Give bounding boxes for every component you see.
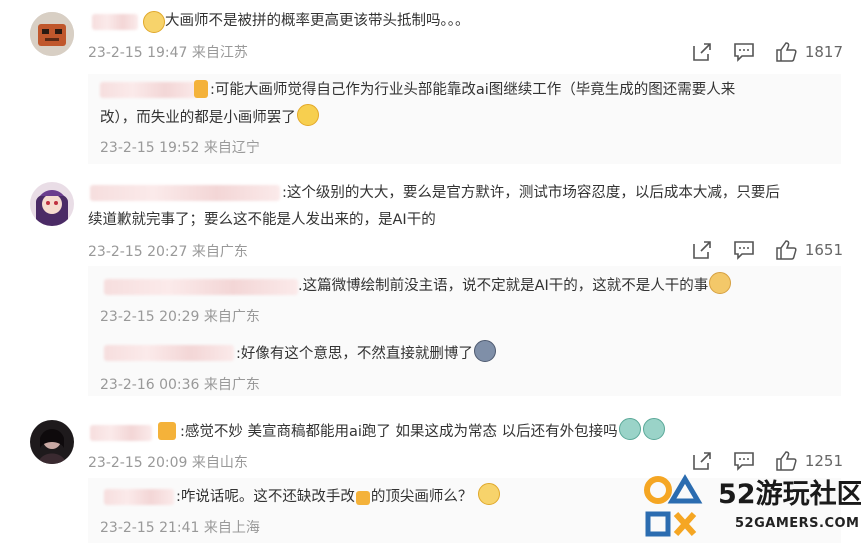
username-redacted[interactable] bbox=[104, 279, 298, 295]
reply-meta: 23-2-16 00:36 来自广东 bbox=[100, 374, 260, 394]
logo-subtitle: 52GAMERS.COM bbox=[735, 516, 860, 531]
comment-icon[interactable] bbox=[733, 239, 755, 261]
username-redacted[interactable] bbox=[92, 14, 138, 30]
comment-location: 来自广东 bbox=[191, 244, 248, 260]
reply-meta: 23-2-15 21:41 来自上海 bbox=[100, 517, 260, 537]
sick-emoji-icon bbox=[618, 418, 641, 440]
emoji-icon bbox=[143, 11, 165, 33]
username-redacted[interactable] bbox=[104, 345, 234, 361]
reply-location: 来自辽宁 bbox=[203, 140, 260, 156]
comment-actions: 1817 bbox=[671, 40, 843, 64]
like-count: 1817 bbox=[804, 43, 843, 61]
username-redacted[interactable] bbox=[90, 185, 280, 201]
emoji-icon bbox=[194, 80, 208, 98]
reply-location: 来自广东 bbox=[203, 377, 260, 393]
comment-meta: 23-2-15 20:09 来自山东 bbox=[88, 452, 248, 472]
avatar[interactable] bbox=[30, 12, 74, 56]
share-icon[interactable] bbox=[691, 239, 713, 261]
thumbs-up-icon[interactable] bbox=[775, 239, 797, 261]
reply-text: .这篇微博绘制前没主语，说不定就是AI干的，这就不是人干的事 bbox=[298, 272, 732, 299]
reply-meta: 23-2-15 19:52 来自辽宁 bbox=[100, 137, 260, 157]
reply-text-line1: :可能大画师觉得自己作为行业头部能靠改ai图继续工作（毕竟生成的图还需要人来 bbox=[210, 82, 736, 98]
reply-text-content: .这篇微博绘制前没主语，说不定就是AI干的，这就不是人干的事 bbox=[298, 278, 709, 294]
reply-text: :咋说话呢。这不还缺改手改 的顶尖画师么？ bbox=[176, 483, 501, 510]
share-icon[interactable] bbox=[691, 450, 713, 472]
reply-date: 23-2-15 19:52 bbox=[100, 140, 200, 156]
like-count: 1651 bbox=[804, 241, 843, 259]
comment-text: 大画师不是被拼的概率更高更该带头抵制吗。。。 bbox=[165, 13, 470, 29]
comment-text: :感觉不妙 美宣商稿都能用ai跑了 如果这成为常态 以后还有外包接吗 bbox=[180, 418, 666, 445]
logo-title: 52游玩社区 bbox=[718, 479, 861, 510]
reply-text-line2: 改），而失业的都是小画师罢了 bbox=[100, 104, 320, 131]
watermark-logo: 52游玩社区 52GAMERS.COM bbox=[640, 470, 861, 543]
comment-text-content: :感觉不妙 美宣商稿都能用ai跑了 如果这成为常态 以后还有外包接吗 bbox=[180, 424, 618, 440]
comment-date: 23-2-15 19:47 bbox=[88, 45, 188, 61]
reply-text-suffix: 的顶尖画师么？ bbox=[370, 489, 473, 505]
shocked-emoji-icon bbox=[473, 340, 496, 362]
reply-location: 来自上海 bbox=[203, 520, 260, 536]
thumbs-up-icon[interactable] bbox=[775, 41, 797, 63]
comment-location: 来自山东 bbox=[191, 455, 248, 471]
comment-actions: 1651 bbox=[671, 238, 843, 262]
logo-mark-icon bbox=[644, 474, 703, 537]
thinking-emoji-icon bbox=[296, 104, 319, 126]
comment-icon[interactable] bbox=[733, 450, 755, 472]
reply-meta: 23-2-15 20:29 来自广东 bbox=[100, 306, 260, 326]
username-redacted[interactable] bbox=[104, 489, 174, 505]
reply-text: :好像有这个意思，不然直接就删博了 bbox=[236, 340, 497, 367]
reply-text-prefix: :咋说话呢。这不还缺改手改 bbox=[176, 489, 355, 505]
reply-text-content: :好像有这个意思，不然直接就删博了 bbox=[236, 346, 473, 362]
comment-meta: 23-2-15 19:47 来自江苏 bbox=[88, 42, 248, 62]
reply-date: 23-2-15 21:41 bbox=[100, 520, 200, 536]
reply-date: 23-2-16 00:36 bbox=[100, 377, 200, 393]
comment-location: 来自江苏 bbox=[191, 45, 248, 61]
avatar[interactable] bbox=[30, 182, 74, 226]
username-redacted[interactable] bbox=[90, 425, 152, 441]
comment-text-line1: :这个级别的大大，要么是官方默许，测试市场容忍度，以后成本大减，只要后 bbox=[282, 185, 780, 201]
laughing-emoji-icon bbox=[478, 483, 501, 505]
comment-text-line2: 续道歉就完事了；要么这不能是人发出来的，是AI干的 bbox=[88, 212, 436, 228]
reply-text-line2-content: 改），而失业的都是小画师罢了 bbox=[100, 110, 296, 126]
thumbs-up-emoji-icon bbox=[355, 491, 370, 505]
avatar[interactable] bbox=[30, 420, 74, 464]
username-redacted[interactable] bbox=[100, 82, 198, 98]
like-count: 1251 bbox=[804, 452, 843, 470]
sick-emoji-icon bbox=[642, 418, 665, 440]
doge-emoji-icon bbox=[709, 272, 732, 294]
comment-meta: 23-2-15 20:27 来自广东 bbox=[88, 241, 248, 261]
thumbs-up-icon[interactable] bbox=[775, 450, 797, 472]
reply-location: 来自广东 bbox=[203, 309, 260, 325]
comment-date: 23-2-15 20:09 bbox=[88, 455, 188, 471]
crown-emoji-icon bbox=[158, 422, 176, 440]
reply-date: 23-2-15 20:29 bbox=[100, 309, 200, 325]
comment-date: 23-2-15 20:27 bbox=[88, 244, 188, 260]
comment-icon[interactable] bbox=[733, 41, 755, 63]
share-icon[interactable] bbox=[691, 41, 713, 63]
